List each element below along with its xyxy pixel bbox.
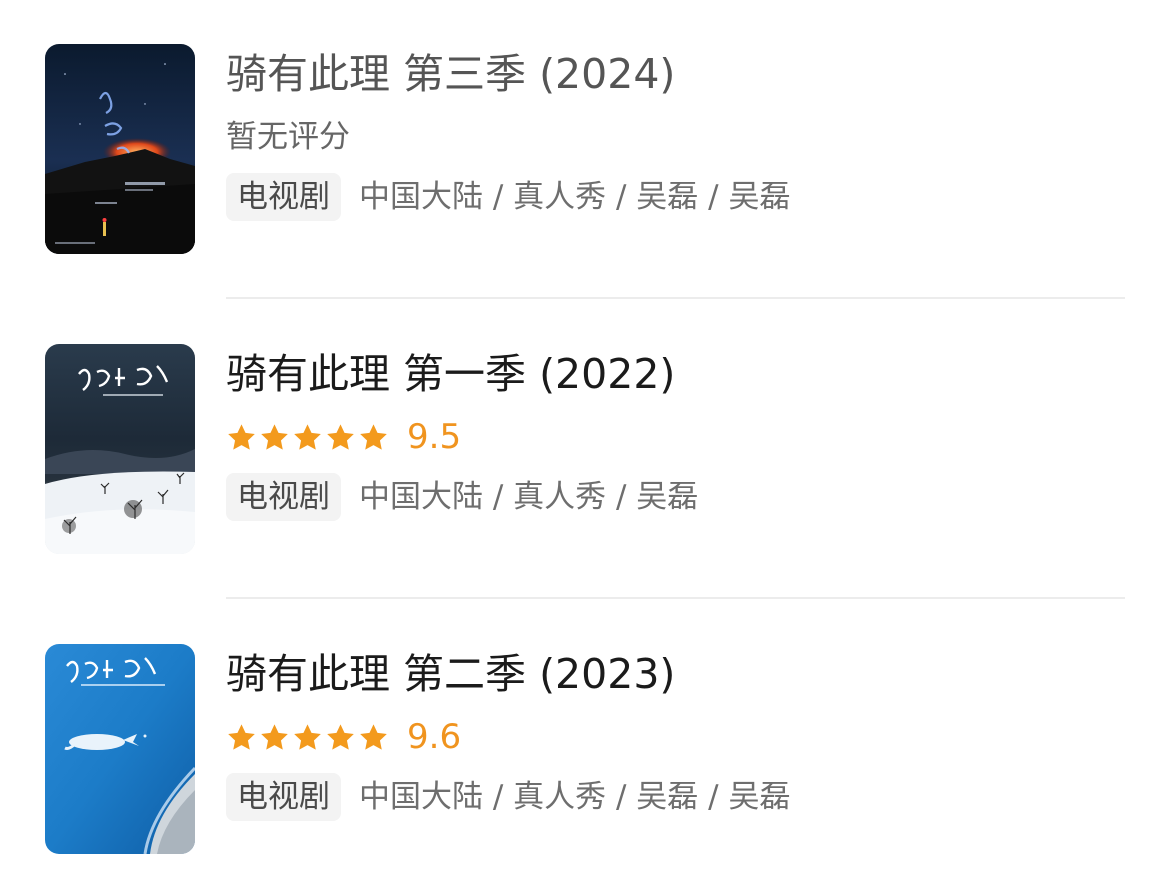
type-tag: 电视剧 [226,473,341,521]
result-item-season-3[interactable]: 骑有此理 第三季 (2024) 暂无评分 电视剧 中国大陆 / 真人秀 / 吴磊… [0,0,1170,300]
rating-row: 9.6 [226,716,461,758]
meta-info: 中国大陆 / 真人秀 / 吴磊 / 吴磊 [359,179,791,215]
result-title[interactable]: 骑有此理 第三季 (2024) [226,48,675,100]
star-icon [261,423,288,450]
result-item-season-1[interactable]: 骑有此理 第一季 (2022) 9.5 电视剧 中国大陆 / 真人秀 / 吴磊 [0,300,1170,600]
star-icon [360,423,387,450]
no-rating-text: 暂无评分 [226,119,350,155]
type-tag: 电视剧 [226,173,341,221]
star-icon [327,423,354,450]
poster-image-season-3 [45,44,195,254]
result-item-season-2[interactable]: 骑有此理 第二季 (2023) 9.6 电视剧 中国大陆 / 真人秀 / 吴磊 … [0,600,1170,896]
poster-season-3[interactable] [45,44,195,254]
star-icon [228,423,255,450]
meta-row: 电视剧 中国大陆 / 真人秀 / 吴磊 [226,473,698,521]
meta-info: 中国大陆 / 真人秀 / 吴磊 / 吴磊 [359,779,791,815]
star-icon [261,723,288,750]
star-icon [228,723,255,750]
rating-row: 9.5 [226,416,461,458]
divider [226,597,1125,599]
score: 9.5 [407,417,462,457]
rating-row: 暂无评分 [226,116,350,158]
meta-row: 电视剧 中国大陆 / 真人秀 / 吴磊 / 吴磊 [226,773,790,821]
poster-season-2[interactable] [45,644,195,854]
divider [226,297,1125,299]
star-rating [226,422,389,453]
star-icon [327,723,354,750]
type-tag: 电视剧 [226,773,341,821]
star-icon [294,423,321,450]
result-title[interactable]: 骑有此理 第一季 (2022) [226,348,675,400]
search-results-list: 骑有此理 第三季 (2024) 暂无评分 电视剧 中国大陆 / 真人秀 / 吴磊… [0,0,1170,896]
star-rating [226,722,389,753]
meta-info: 中国大陆 / 真人秀 / 吴磊 [359,479,699,515]
poster-image-season-1 [45,344,195,554]
result-title[interactable]: 骑有此理 第二季 (2023) [226,648,675,700]
poster-season-1[interactable] [45,344,195,554]
star-icon [294,723,321,750]
poster-image-season-2 [45,644,195,854]
score: 9.6 [407,717,462,757]
star-icon [360,723,387,750]
meta-row: 电视剧 中国大陆 / 真人秀 / 吴磊 / 吴磊 [226,173,790,221]
